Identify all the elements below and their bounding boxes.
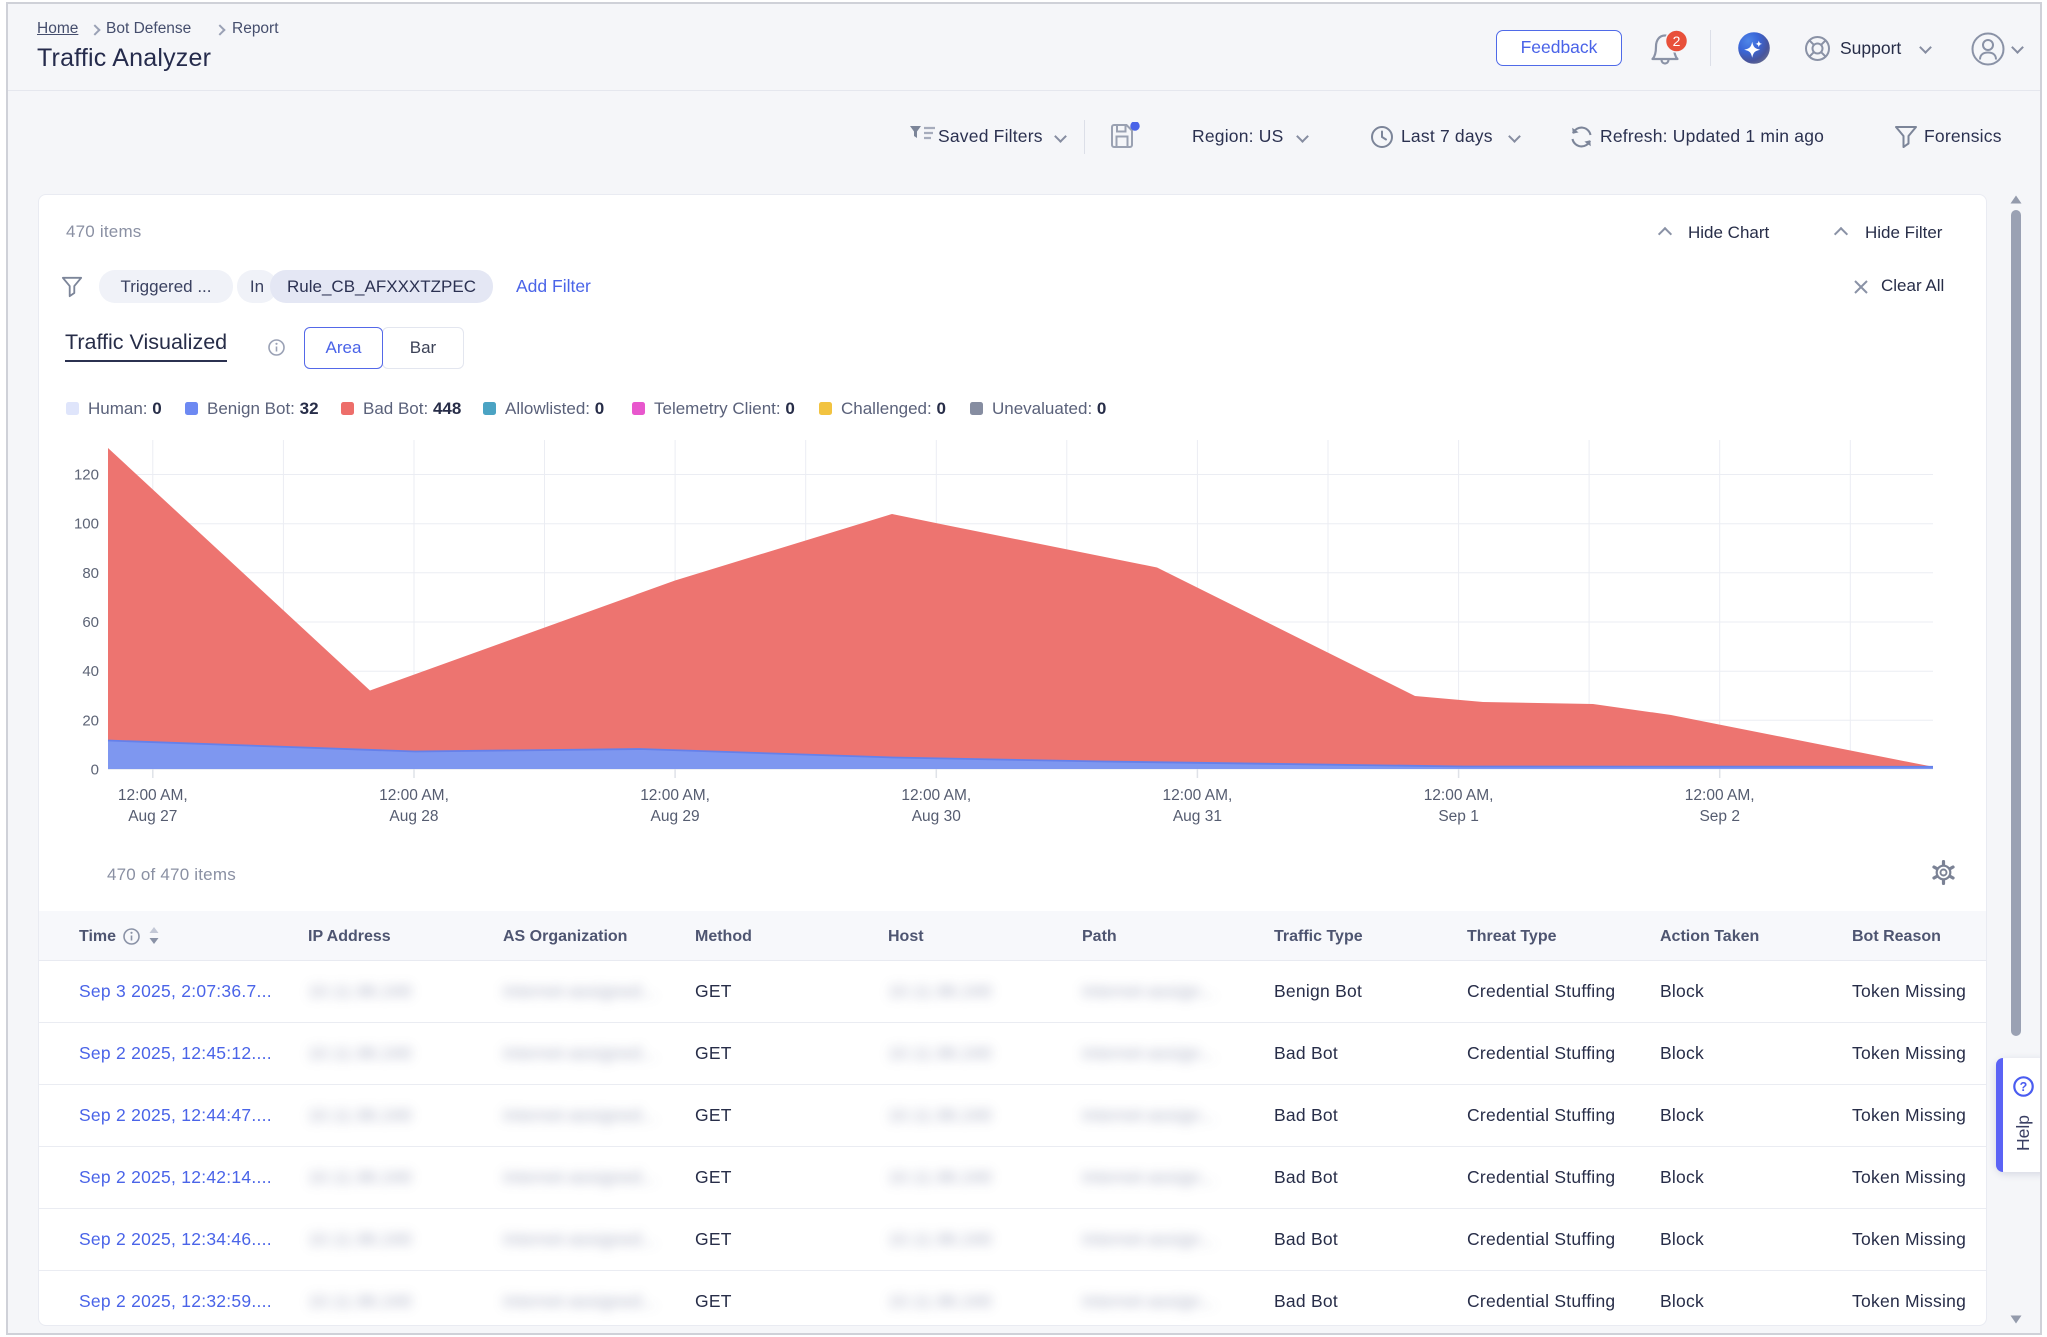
svg-text:?: ?	[2020, 1080, 2028, 1094]
svg-text:80: 80	[82, 565, 99, 582]
svg-text:Aug 27: Aug 27	[128, 808, 177, 825]
svg-text:12:00 AM,: 12:00 AM,	[118, 787, 188, 804]
svg-text:Aug 28: Aug 28	[389, 808, 438, 825]
svg-text:100: 100	[74, 516, 99, 533]
svg-text:Aug 29: Aug 29	[651, 808, 700, 825]
svg-text:12:00 AM,: 12:00 AM,	[1685, 787, 1755, 804]
svg-text:120: 120	[74, 467, 99, 484]
svg-text:Sep 2: Sep 2	[1699, 808, 1740, 825]
svg-text:12:00 AM,: 12:00 AM,	[379, 787, 449, 804]
svg-text:12:00 AM,: 12:00 AM,	[901, 787, 971, 804]
svg-text:2: 2	[1673, 33, 1681, 49]
svg-text:60: 60	[82, 614, 99, 631]
svg-text:12:00 AM,: 12:00 AM,	[1424, 787, 1494, 804]
svg-text:Aug 30: Aug 30	[912, 808, 962, 825]
svg-text:0: 0	[91, 762, 99, 779]
svg-text:12:00 AM,: 12:00 AM,	[1163, 787, 1233, 804]
svg-text:40: 40	[82, 663, 99, 680]
svg-text:12:00 AM,: 12:00 AM,	[640, 787, 710, 804]
svg-text:Aug 31: Aug 31	[1173, 808, 1222, 825]
svg-text:20: 20	[82, 712, 99, 729]
svg-text:Sep 1: Sep 1	[1438, 808, 1479, 825]
